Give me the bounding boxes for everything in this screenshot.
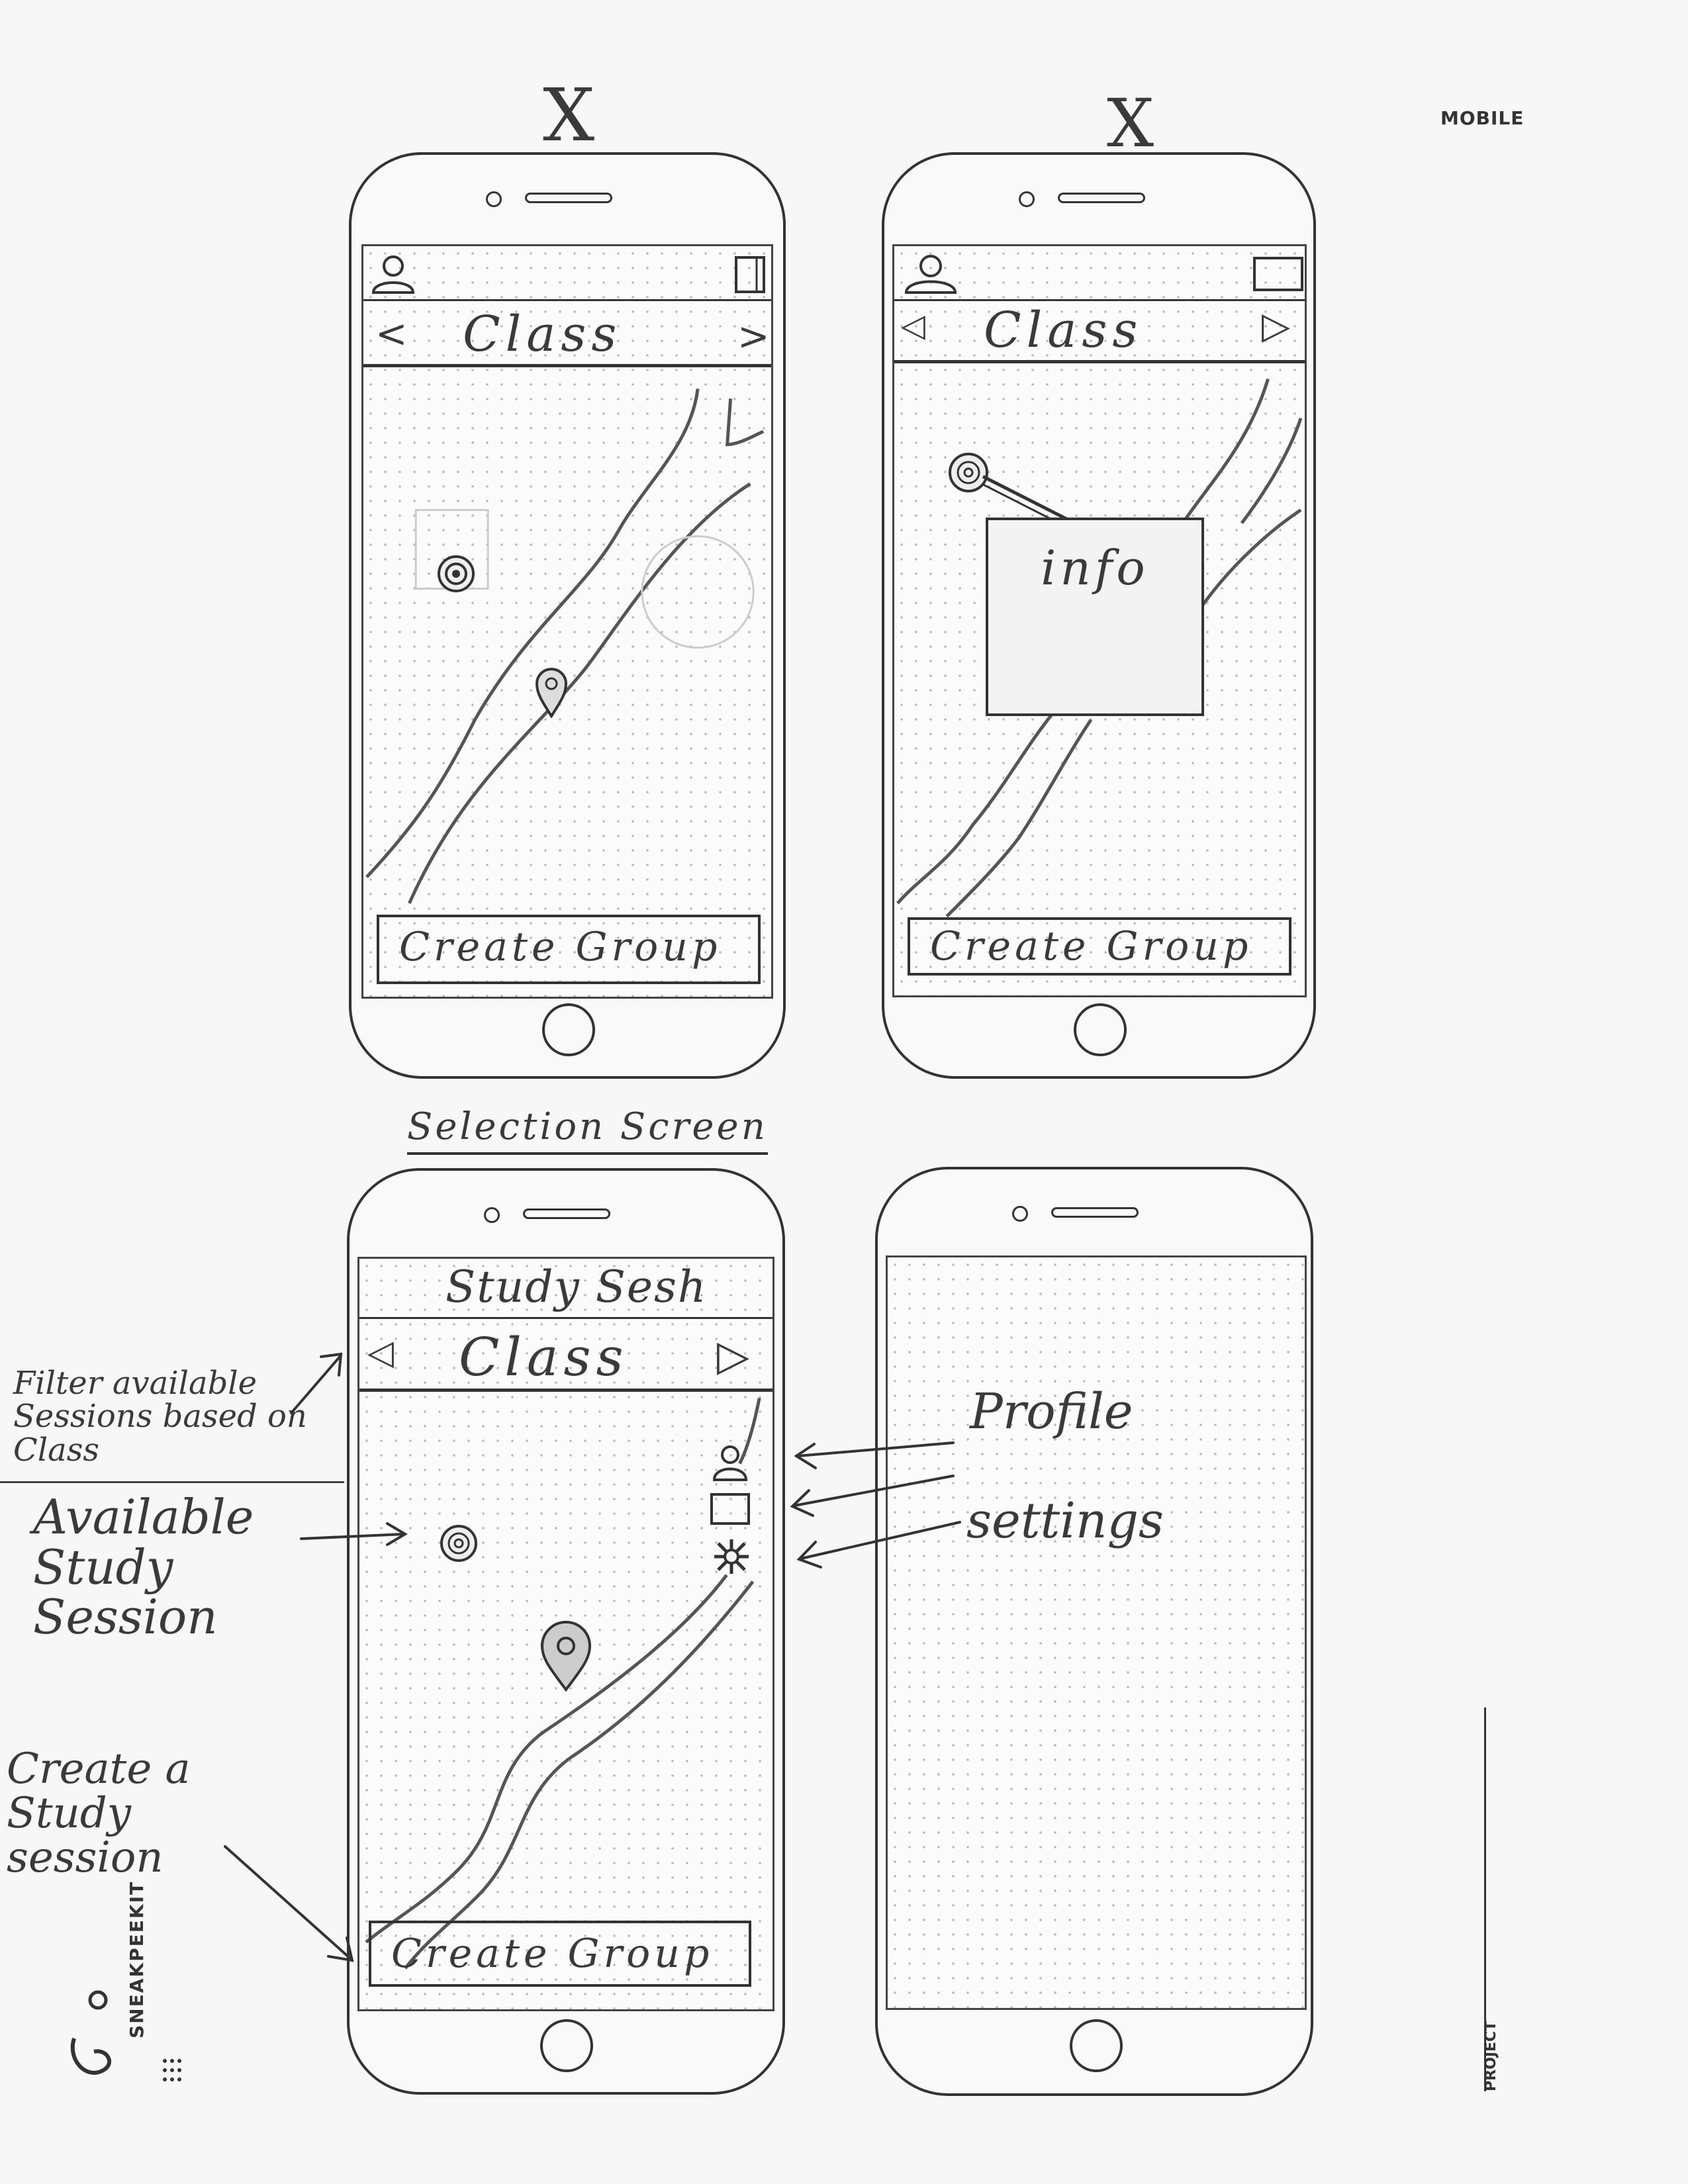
- annotation-arrows: [224, 1352, 961, 1962]
